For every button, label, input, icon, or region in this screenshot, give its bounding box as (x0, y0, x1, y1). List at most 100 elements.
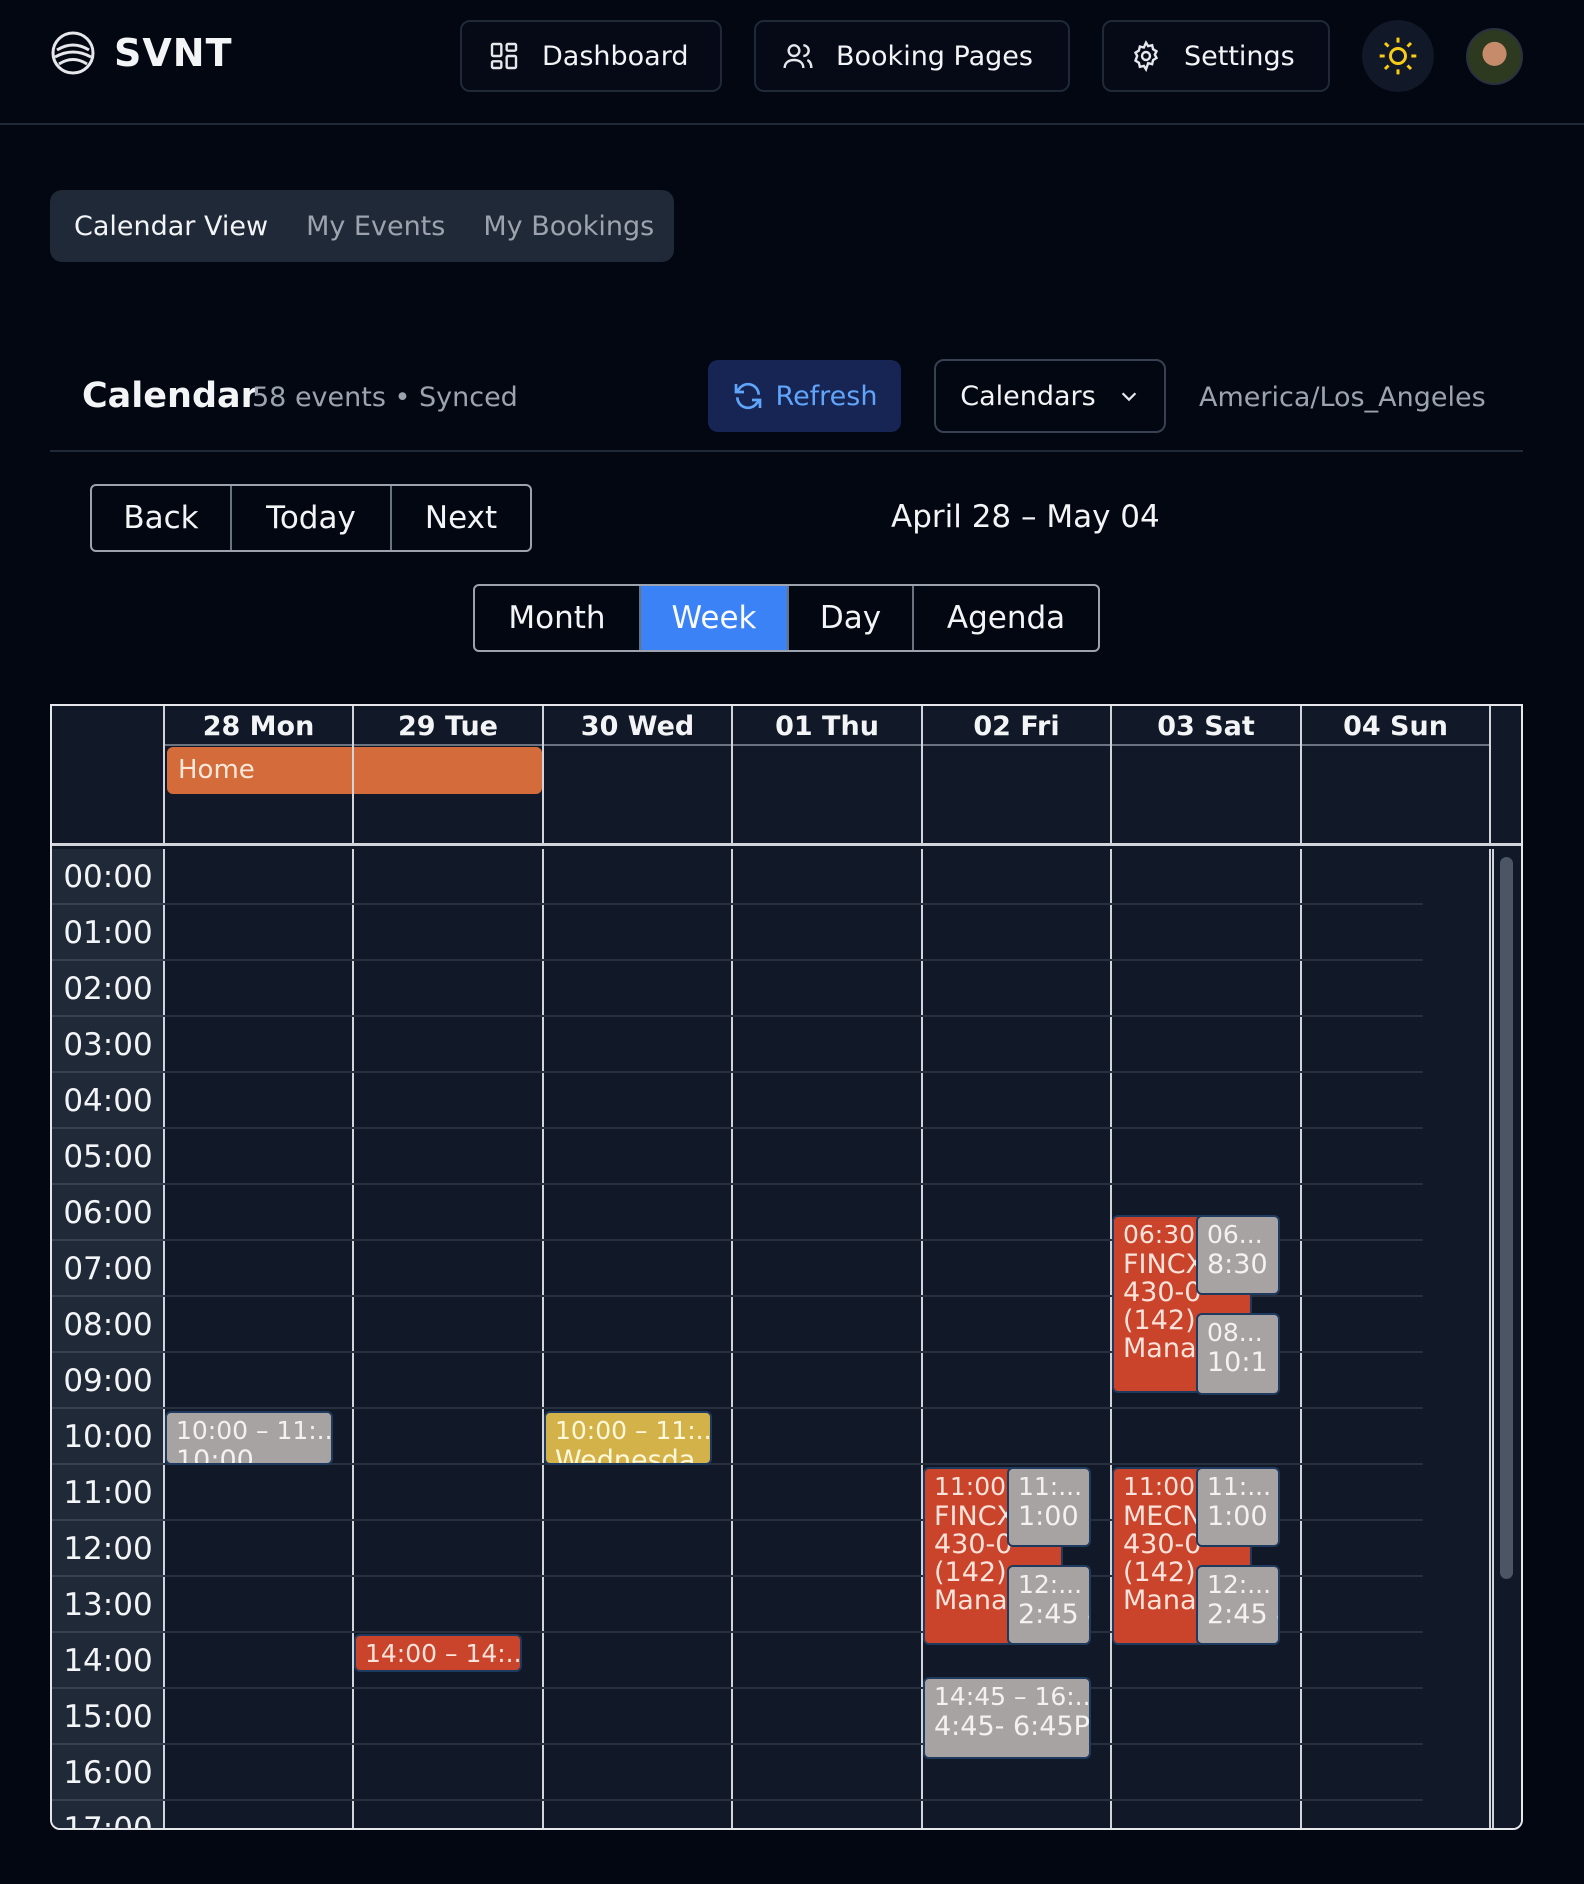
hour-line (164, 1687, 1423, 1689)
hour-label: 06:00 (52, 1185, 164, 1241)
day-divider (1300, 849, 1302, 1828)
calendar-event[interactable]: 12:...2:45 4:4 (1196, 1565, 1280, 1645)
view-tabs: Calendar View My Events My Bookings (50, 190, 674, 262)
timezone-label: America/Los_Angeles (1199, 382, 1486, 413)
tab-calendar-view[interactable]: Calendar View (74, 211, 268, 242)
calendar-event[interactable]: 11:...1:00 2:3 (1196, 1467, 1280, 1547)
nav-button-group: Back Today Next (90, 484, 532, 552)
day-divider (1110, 706, 1112, 846)
month-view-button[interactable]: Month (475, 586, 641, 650)
hour-label: 08:00 (52, 1297, 164, 1353)
dashboard-button[interactable]: Dashboard (460, 20, 722, 92)
hour-line (164, 1463, 1423, 1465)
hour-label: 12:00 (52, 1521, 164, 1577)
day-divider (352, 849, 354, 1828)
tab-my-events[interactable]: My Events (306, 211, 445, 242)
event-title: 8:30 10: (1207, 1249, 1278, 1280)
app-logo[interactable]: SVNT (50, 30, 233, 76)
calendar-title: Calendar (82, 376, 258, 416)
event-time: 12:... (1207, 1570, 1272, 1599)
day-header[interactable]: 28 Mon (164, 706, 353, 746)
calendar-event[interactable]: 11:...1:00 2:3 (1007, 1467, 1091, 1547)
hour-label: 09:00 (52, 1353, 164, 1409)
event-time: 11:... (1207, 1472, 1272, 1501)
day-divider (1489, 706, 1491, 846)
hour-label: 07:00 (52, 1241, 164, 1297)
hour-label: 00:00 (52, 849, 164, 905)
day-divider (731, 849, 733, 1828)
hour-label: 02:00 (52, 961, 164, 1017)
view-button-group: Month Week Day Agenda (473, 584, 1100, 652)
event-time: 14:00 – 14:... (365, 1639, 522, 1668)
calendars-label: Calendars (960, 380, 1096, 412)
event-time: 11:... (1018, 1472, 1083, 1501)
agenda-view-button[interactable]: Agenda (914, 586, 1098, 650)
today-button[interactable]: Today (232, 486, 392, 550)
day-header[interactable]: 30 Wed (543, 706, 732, 746)
hour-label: 10:00 (52, 1409, 164, 1465)
day-view-button[interactable]: Day (789, 586, 914, 650)
calendar-event[interactable]: 14:00 – 14:... (354, 1634, 522, 1672)
hour-line (164, 903, 1423, 905)
day-header[interactable]: 29 Tue (353, 706, 543, 746)
hour-line (164, 959, 1423, 961)
day-header[interactable]: 04 Sun (1301, 706, 1490, 746)
app-name: SVNT (114, 31, 233, 75)
hour-label: 15:00 (52, 1689, 164, 1745)
calendar-event[interactable]: 08...10:1 5 (1196, 1313, 1280, 1395)
day-header[interactable]: 02 Fri (922, 706, 1111, 746)
day-header[interactable]: 01 Thu (732, 706, 922, 746)
hour-label: 03:00 (52, 1017, 164, 1073)
hour-line (164, 1407, 1423, 1409)
gear-icon (1133, 40, 1159, 72)
date-range-label: April 28 – May 04 (891, 499, 1160, 535)
back-button[interactable]: Back (92, 486, 232, 550)
refresh-button[interactable]: Refresh (708, 360, 901, 432)
event-title: 2:45 4:4 (1207, 1599, 1278, 1630)
day-divider (1489, 849, 1491, 1828)
settings-label: Settings (1184, 40, 1295, 72)
next-button[interactable]: Next (392, 486, 530, 550)
scrollbar-thumb[interactable] (1500, 857, 1513, 1579)
hour-line (164, 1127, 1423, 1129)
settings-button[interactable]: Settings (1102, 20, 1330, 92)
users-icon (783, 44, 813, 69)
calendar-event[interactable]: 14:45 – 16:...4:45- 6:45PM (923, 1677, 1091, 1759)
logo-icon (51, 31, 95, 75)
hour-label: 13:00 (52, 1577, 164, 1633)
calendar-event[interactable]: 12:...2:45 4:4 (1007, 1565, 1091, 1645)
hour-label: 05:00 (52, 1129, 164, 1185)
calendars-dropdown[interactable]: Calendars (934, 359, 1166, 433)
calendar-meta: 58 events • Synced (252, 382, 518, 413)
event-title: 4:45- 6:45PM (934, 1711, 1090, 1742)
sun-icon (1379, 37, 1417, 75)
refresh-icon (734, 382, 761, 410)
hour-line (164, 1071, 1423, 1073)
hour-label: 16:00 (52, 1745, 164, 1801)
day-divider (163, 706, 165, 846)
tab-my-bookings[interactable]: My Bookings (483, 211, 654, 242)
event-title: 10:00 (176, 1445, 254, 1465)
event-title: 1:00 2:3 (1207, 1501, 1278, 1532)
calendar-event[interactable]: 10:00 – 11:... 10:00 (165, 1411, 333, 1465)
all-day-row: Home 28 Mon 29 Tue 30 Wed 01 Thu 02 Fri 03 Sa… (52, 706, 1521, 846)
booking-pages-button[interactable]: Booking Pages (754, 20, 1070, 92)
calendar-event[interactable]: 10:00 – 11:... Wednesda (544, 1411, 712, 1465)
week-view-button[interactable]: Week (641, 586, 789, 650)
all-day-event[interactable]: Home (167, 747, 542, 794)
event-time: 10:00 – 11:... (176, 1416, 333, 1445)
day-divider (352, 706, 354, 846)
theme-toggle-button[interactable] (1362, 20, 1434, 92)
hour-label: 01:00 (52, 905, 164, 961)
hour-label: 14:00 (52, 1633, 164, 1689)
hour-label: 11:00 (52, 1465, 164, 1521)
event-title: 10:1 5 (1207, 1347, 1278, 1378)
day-divider (542, 706, 544, 846)
event-time: 06... (1207, 1220, 1263, 1249)
event-time: 14:45 – 16:... (934, 1682, 1091, 1711)
event-time: 08... (1207, 1318, 1263, 1347)
user-avatar[interactable] (1466, 28, 1523, 85)
hour-label: 17:00 (52, 1801, 164, 1828)
calendar-event[interactable]: 06...8:30 10: (1196, 1215, 1280, 1295)
day-header[interactable]: 03 Sat (1111, 706, 1301, 746)
